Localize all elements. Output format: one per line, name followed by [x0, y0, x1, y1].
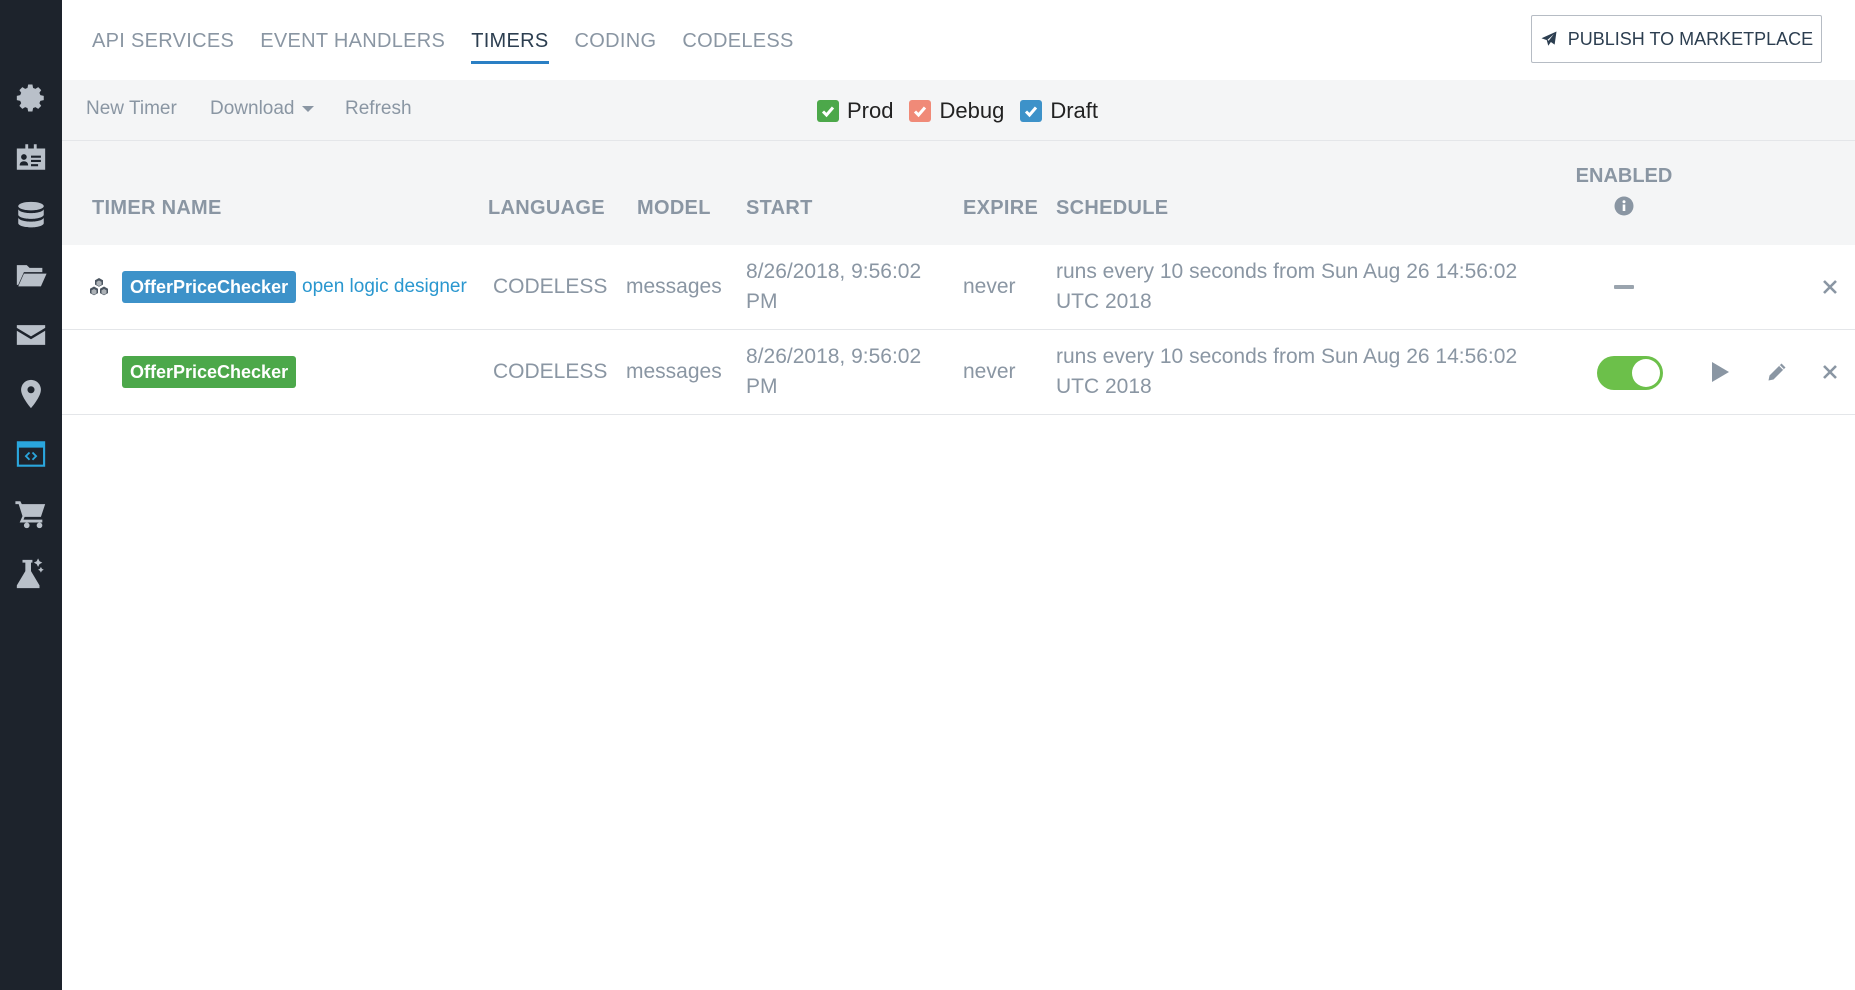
paper-plane-icon [1541, 31, 1557, 46]
table-row: OfferPriceChecker open logic designer CO… [62, 245, 1855, 330]
tab-bar: API SERVICES EVENT HANDLERS TIMERS CODIN… [92, 30, 794, 64]
tab-event-handlers[interactable]: EVENT HANDLERS [260, 30, 445, 64]
envelope-icon[interactable] [0, 305, 62, 365]
model-cell: messages [626, 275, 722, 298]
refresh-button[interactable]: Refresh [345, 98, 412, 120]
enabled-indeterminate-icon [1614, 285, 1634, 289]
table-row: OfferPriceChecker CODELESS messages 8/26… [62, 330, 1855, 415]
header-model[interactable]: MODEL [637, 197, 711, 220]
header-enabled-label: ENABLED [1575, 165, 1673, 187]
filter-draft[interactable]: Draft [1020, 98, 1098, 124]
language-cell: CODELESS [493, 275, 608, 298]
schedule-cell: runs every 10 seconds from Sun Aug 26 14… [1056, 342, 1517, 402]
info-icon[interactable] [1614, 196, 1634, 216]
flask-icon[interactable] [0, 544, 62, 604]
run-play-icon[interactable] [1710, 361, 1730, 383]
id-card-icon[interactable] [0, 127, 62, 187]
filter-prod[interactable]: Prod [817, 98, 893, 124]
table-header: TIMER NAME LANGUAGE MODEL START EXPIRE S… [62, 141, 1855, 245]
schedule-line-2: UTC 2018 [1056, 375, 1152, 398]
header-enabled: ENABLED [1572, 165, 1676, 216]
toolbar: New Timer Download Refresh Prod Debug Dr… [62, 80, 1855, 141]
schedule-line-1: runs every 10 seconds from Sun Aug 26 14… [1056, 260, 1518, 283]
main-panel: API SERVICES EVENT HANDLERS TIMERS CODIN… [62, 0, 1855, 990]
sidebar [0, 0, 62, 990]
expire-cell: never [963, 275, 1016, 298]
schedule-line-1: runs every 10 seconds from Sun Aug 26 14… [1056, 345, 1518, 368]
start-cell: 8/26/2018, 9:56:02 PM [746, 342, 921, 402]
header-schedule[interactable]: SCHEDULE [1056, 197, 1168, 220]
download-label: Download [210, 98, 295, 119]
tab-api-services[interactable]: API SERVICES [92, 30, 234, 64]
open-logic-designer-link[interactable]: open logic designer [302, 271, 467, 303]
caret-down-icon [301, 105, 314, 112]
model-cell: messages [626, 360, 722, 383]
tab-timers[interactable]: TIMERS [471, 30, 549, 64]
tab-codeless[interactable]: CODELESS [682, 30, 793, 64]
folder-icon[interactable] [0, 245, 62, 305]
filter-label: Prod [847, 98, 894, 123]
edit-pencil-icon[interactable] [1766, 361, 1788, 383]
timer-name-badge[interactable]: OfferPriceChecker [122, 271, 297, 303]
start-line-2: PM [746, 290, 778, 313]
filter-label: Debug [939, 98, 1005, 123]
publish-label: PUBLISH TO MARKETPLACE [1567, 28, 1814, 49]
expire-cell: never [963, 360, 1016, 383]
enabled-toggle[interactable] [1597, 356, 1663, 390]
checkbox-checked-icon[interactable] [817, 100, 839, 122]
start-cell: 8/26/2018, 9:56:02 PM [746, 257, 921, 317]
tab-coding[interactable]: CODING [575, 30, 657, 64]
filter-debug[interactable]: Debug [909, 98, 1004, 124]
checkbox-checked-icon[interactable] [909, 100, 932, 122]
code-window-icon[interactable] [0, 424, 62, 484]
schedule-cell: runs every 10 seconds from Sun Aug 26 14… [1056, 257, 1517, 317]
checkbox-checked-icon[interactable] [1020, 100, 1043, 122]
start-line-1: 8/26/2018, 9:56:02 [746, 260, 922, 283]
new-timer-button[interactable]: New Timer [86, 98, 177, 120]
start-line-1: 8/26/2018, 9:56:02 [746, 345, 922, 368]
delete-close-icon[interactable] [1822, 364, 1838, 380]
publish-to-marketplace-button[interactable]: PUBLISH TO MARKETPLACE [1531, 15, 1822, 63]
cart-icon[interactable] [0, 484, 62, 544]
filter-label: Draft [1050, 98, 1099, 123]
header-expire[interactable]: EXPIRE [963, 197, 1038, 220]
schedule-line-2: UTC 2018 [1056, 290, 1152, 313]
gear-icon[interactable] [0, 68, 62, 128]
delete-close-icon[interactable] [1822, 279, 1838, 295]
header-start[interactable]: START [746, 197, 813, 220]
map-pin-icon[interactable] [0, 364, 62, 424]
database-icon[interactable] [0, 186, 62, 246]
language-cell: CODELESS [493, 360, 608, 383]
top-nav: API SERVICES EVENT HANDLERS TIMERS CODIN… [62, 0, 1855, 80]
logic-designer-icon [90, 278, 108, 296]
start-line-2: PM [746, 375, 778, 398]
header-language[interactable]: LANGUAGE [488, 197, 605, 220]
timer-name-badge[interactable]: OfferPriceChecker [122, 356, 297, 388]
header-timer-name[interactable]: TIMER NAME [92, 197, 222, 220]
download-dropdown[interactable]: Download [210, 98, 314, 120]
environment-filters: Prod Debug Draft [817, 98, 1098, 124]
toggle-knob [1632, 359, 1660, 387]
